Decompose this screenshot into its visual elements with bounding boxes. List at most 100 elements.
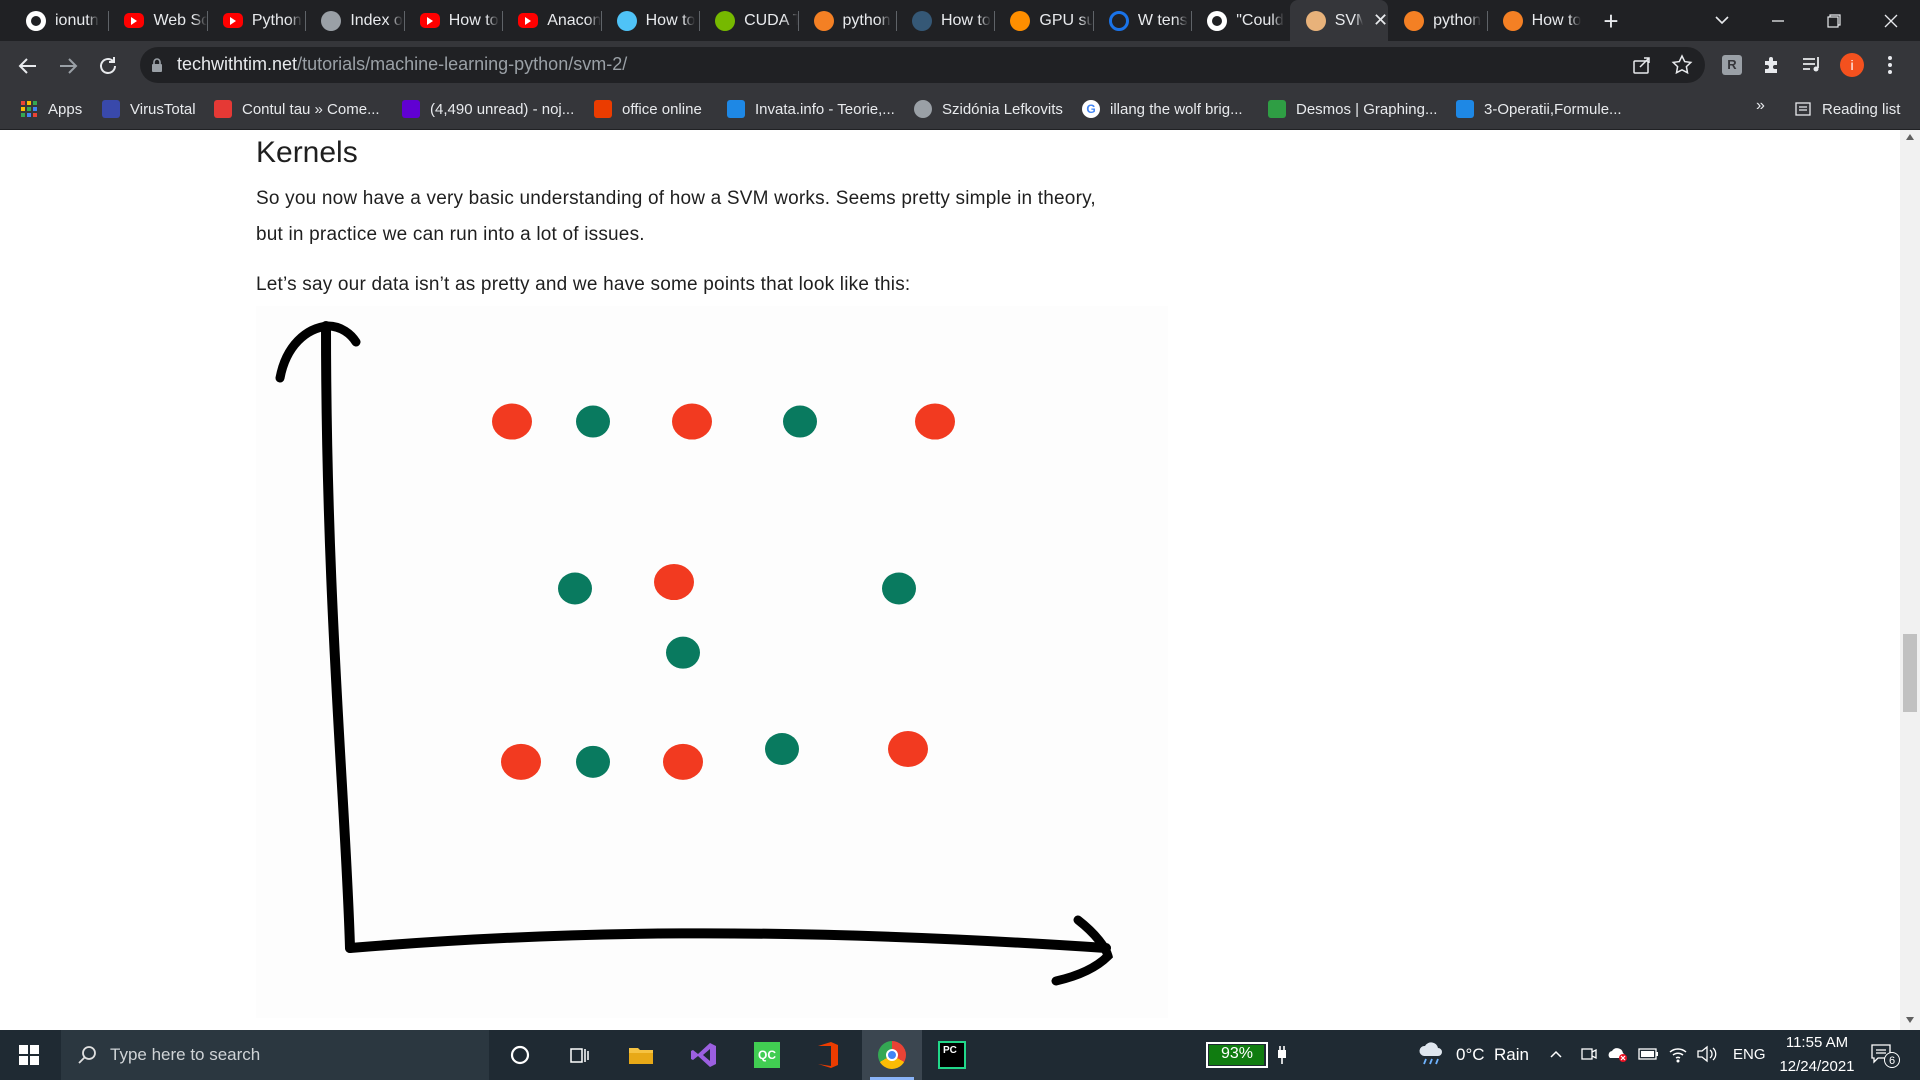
chrome-taskbar-button[interactable] [862, 1030, 922, 1080]
volume-icon[interactable] [1696, 1045, 1718, 1063]
meet-now-icon[interactable] [1580, 1045, 1598, 1063]
tab-separator [403, 11, 405, 31]
article-paragraph-1-line-2: but in practice we can run into a lot of… [256, 224, 645, 245]
tab-8[interactable]: python [798, 0, 896, 41]
tab-6[interactable]: How to [601, 0, 699, 41]
tab-13[interactable]: SVM ✕ [1289, 0, 1389, 41]
reading-list-button[interactable]: Reading list [1794, 96, 1900, 122]
tab-search-chevron-icon[interactable] [1710, 8, 1734, 32]
tab-1[interactable]: Web Sc [108, 0, 207, 41]
cortana-icon[interactable] [508, 1043, 532, 1067]
globe-icon [914, 100, 932, 118]
tab-4[interactable]: How to [404, 0, 502, 41]
clock-time[interactable]: 11:55 AM [1782, 1034, 1852, 1051]
weather-text[interactable]: 0°C Rain [1456, 1045, 1529, 1065]
new-tab-button[interactable]: + [1596, 6, 1626, 36]
tab-label: python [842, 11, 891, 29]
tab-10[interactable]: GPU su [994, 0, 1093, 41]
red-data-point [501, 743, 541, 780]
tab-7[interactable]: CUDA T [699, 0, 798, 41]
tab-label: SVM [1334, 11, 1364, 29]
bookmarks-overflow-button[interactable]: » [1756, 97, 1765, 115]
wifi-icon[interactable] [1668, 1044, 1688, 1064]
weather-rain-icon[interactable] [1416, 1040, 1446, 1068]
profile-avatar[interactable]: i [1840, 53, 1864, 77]
taskbar-search-box[interactable]: Type here to search [61, 1030, 489, 1080]
onedrive-error-icon[interactable] [1606, 1045, 1628, 1063]
visual-studio-icon[interactable] [690, 1041, 718, 1069]
tab-separator [502, 11, 504, 31]
battery-tray-icon[interactable] [1638, 1047, 1660, 1061]
site-icon [1456, 100, 1474, 118]
tab-label: How to [645, 11, 696, 29]
search-placeholder: Type here to search [110, 1045, 261, 1064]
close-window-button[interactable] [1876, 6, 1906, 36]
restore-button[interactable] [1819, 6, 1849, 36]
tab-label: Web Sc [153, 11, 207, 29]
windows-start-icon[interactable] [19, 1045, 39, 1065]
scroll-up-arrow-icon[interactable] [1906, 134, 1914, 140]
stackoverflow-icon [1502, 10, 1523, 31]
bookmark-7[interactable]: Gillang the wolf brig... [1082, 96, 1243, 122]
tab-9[interactable]: How to [896, 0, 994, 41]
article-paragraph-1-line-1: So you now have a very basic understandi… [256, 188, 1096, 209]
reload-button[interactable] [94, 52, 122, 80]
minimize-button[interactable] [1763, 6, 1793, 36]
tab-11[interactable]: W tens [1093, 0, 1191, 41]
language-indicator[interactable]: ENG [1733, 1046, 1766, 1063]
task-view-icon[interactable] [568, 1043, 592, 1067]
menu-kebab-icon[interactable] [1882, 53, 1898, 77]
tab-2[interactable]: Python [207, 0, 305, 41]
tab-15[interactable]: How to [1487, 0, 1585, 41]
page-content: Kernels So you now have a very basic und… [0, 130, 1900, 1030]
show-hidden-icons-chevron-icon[interactable] [1548, 1046, 1564, 1062]
green-data-point [783, 405, 817, 438]
tab-separator [895, 11, 897, 31]
bookmark-0[interactable]: Apps [20, 96, 82, 122]
scrollbar-thumb[interactable] [1903, 634, 1917, 712]
tab-12[interactable]: "Could [1191, 0, 1289, 41]
url-text[interactable]: techwithtim.net/tutorials/machine-learni… [177, 54, 627, 76]
tab-separator [600, 11, 602, 31]
battery-indicator[interactable]: 93% [1206, 1042, 1268, 1068]
extensions-puzzle-icon[interactable] [1760, 53, 1784, 77]
tab-label: How to [448, 11, 499, 29]
tab-label: W tens [1137, 11, 1188, 29]
back-button[interactable] [14, 52, 42, 80]
green-data-point [558, 572, 592, 605]
qt-creator-icon[interactable]: QC [754, 1042, 780, 1068]
tab-14[interactable]: python [1388, 0, 1486, 41]
media-control-icon[interactable] [1800, 53, 1824, 77]
tab-5[interactable]: Anacon [502, 0, 601, 41]
lock-icon[interactable] [150, 57, 164, 73]
bookmark-star-icon[interactable] [1670, 53, 1694, 77]
notification-center-icon[interactable]: 6 [1870, 1042, 1900, 1068]
bookmark-9[interactable]: 3-Operatii,Formule... [1456, 96, 1622, 122]
tab-label: Index o [350, 11, 403, 29]
bookmark-3[interactable]: (4,490 unread) - noj... [402, 96, 574, 122]
youtube-icon [222, 13, 243, 28]
office-app-icon[interactable] [816, 1041, 840, 1069]
bookmark-label: VirusTotal [130, 100, 196, 118]
tab-3[interactable]: Index o [305, 0, 403, 41]
bookmark-1[interactable]: VirusTotal [102, 96, 196, 122]
emag-icon [214, 100, 232, 118]
bookmark-8[interactable]: Desmos | Graphing... [1268, 96, 1437, 122]
bookmark-2[interactable]: Contul tau » Come... [214, 96, 380, 122]
reading-list-label: Reading list [1822, 100, 1901, 118]
extension-r-icon[interactable]: R [1722, 55, 1742, 75]
clock-date[interactable]: 12/24/2021 [1774, 1058, 1860, 1075]
page-scrollbar[interactable] [1900, 130, 1920, 1030]
stackoverflow-icon [1404, 10, 1425, 31]
forward-button[interactable] [54, 52, 82, 80]
scroll-down-arrow-icon[interactable] [1906, 1017, 1914, 1023]
file-explorer-icon[interactable] [628, 1043, 654, 1067]
scatter-figure-svg [275, 321, 1113, 986]
bookmark-4[interactable]: office online [594, 96, 702, 122]
bookmark-6[interactable]: Szidónia Lefkovits [914, 96, 1063, 122]
close-tab-icon[interactable]: ✕ [1373, 10, 1388, 31]
pycharm-icon[interactable]: PC [938, 1041, 966, 1069]
tab-0[interactable]: ionutn [10, 0, 108, 41]
share-icon[interactable] [1630, 53, 1654, 77]
bookmark-5[interactable]: Invata.info - Teorie,... [727, 96, 895, 122]
